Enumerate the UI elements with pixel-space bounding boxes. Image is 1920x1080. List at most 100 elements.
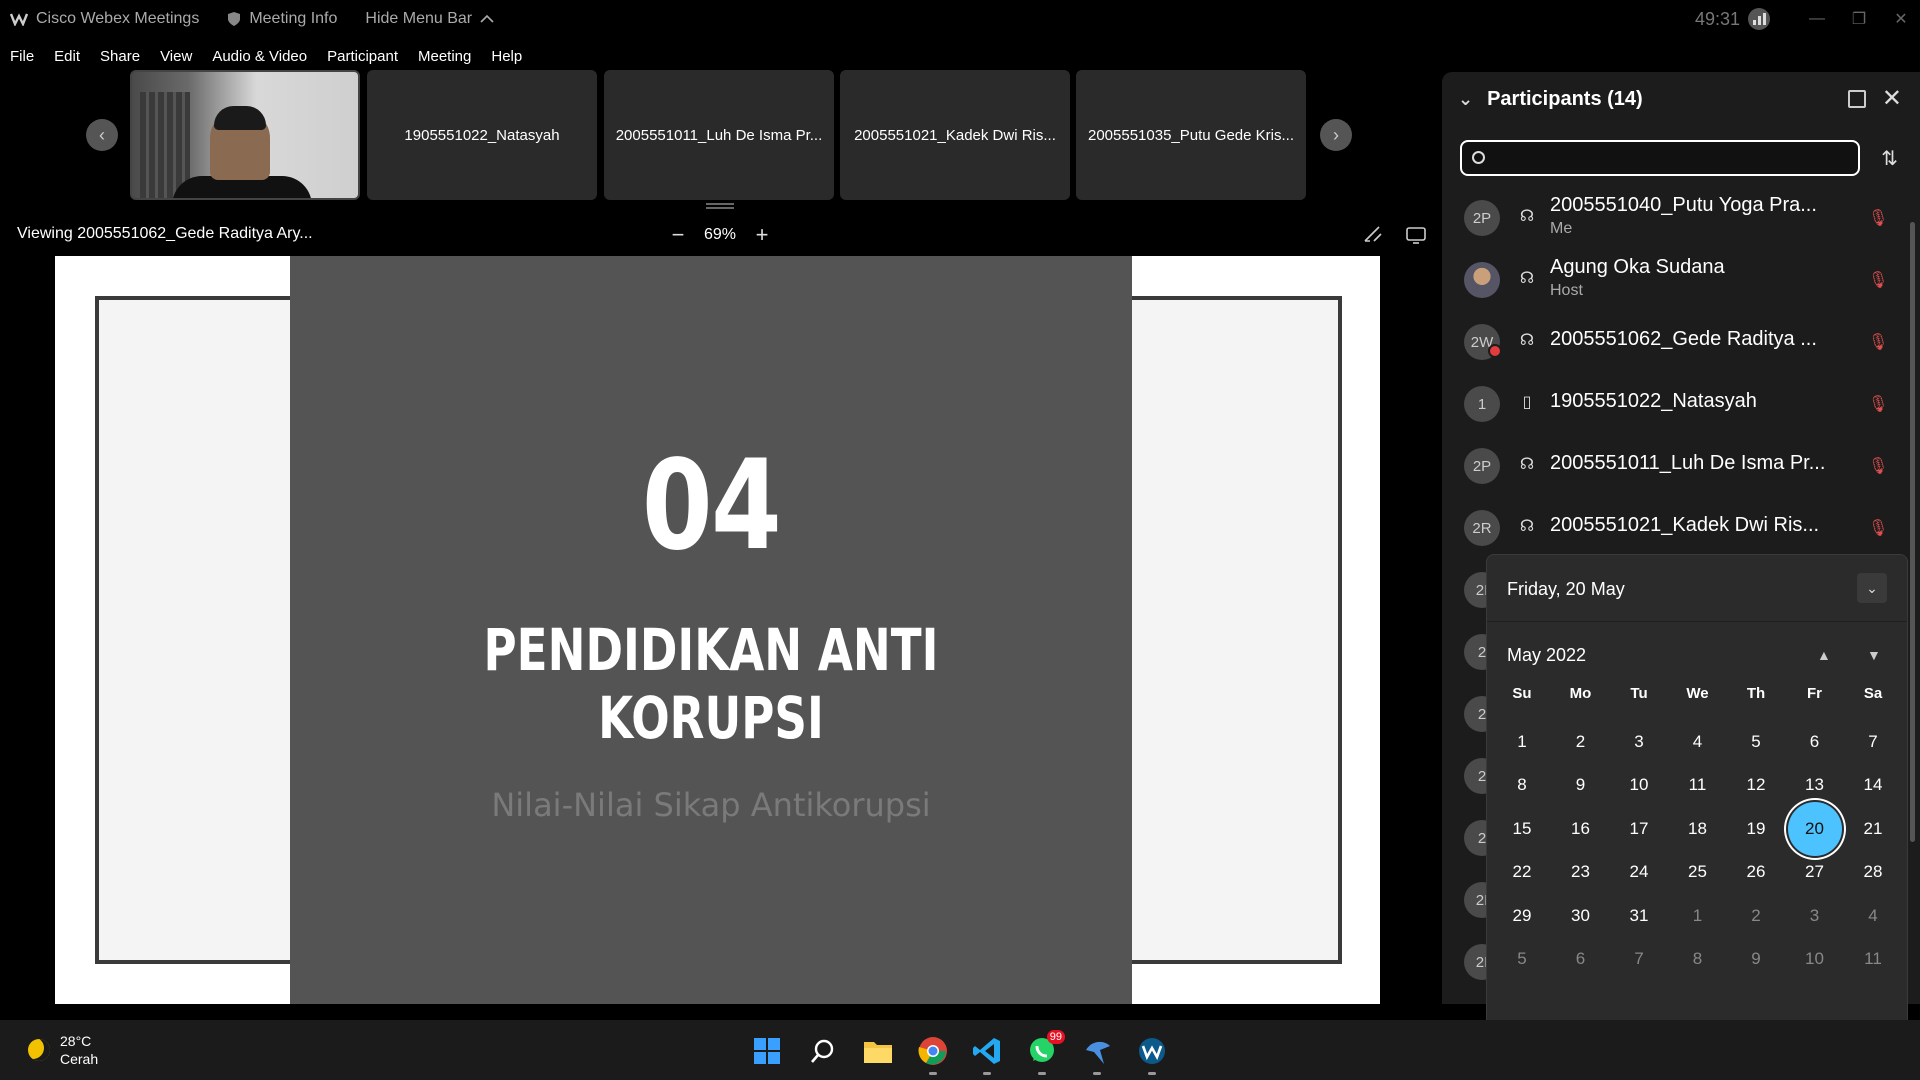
participant-row[interactable]: 2W ☊ 2005551062_Gede Raditya ... 🎙 [1464, 314, 1888, 370]
headset-icon: ☊ [1519, 332, 1535, 349]
avatar: 1 [1464, 386, 1500, 422]
calendar-day[interactable]: 10 [1788, 932, 1842, 986]
running-indicator [1093, 1072, 1101, 1075]
menu-help[interactable]: Help [491, 48, 522, 65]
weather-widget[interactable]: 28°C Cerah [28, 1032, 98, 1068]
minimize-icon[interactable]: — [1798, 0, 1836, 38]
webex-logo-icon [10, 13, 28, 26]
next-month-icon[interactable]: ▼ [1867, 647, 1881, 663]
video-tile[interactable]: 2005551021_Kadek Dwi Ris... [840, 70, 1070, 200]
mic-muted-icon[interactable]: 🎙 [1868, 456, 1888, 476]
weekday-label: Mo [1569, 685, 1592, 702]
avatar: 2P [1464, 200, 1500, 236]
close-window-icon[interactable]: ✕ [1882, 0, 1920, 38]
participant-row[interactable]: 2P ☊ 2005551011_Luh De Isma Pr... 🎙 [1464, 438, 1888, 494]
participant-name: Agung Oka Sudana [1550, 256, 1725, 278]
network-app-icon[interactable] [1080, 1034, 1114, 1068]
title-bar: Cisco Webex Meetings Meeting Info Hide M… [0, 0, 1920, 38]
menu-edit[interactable]: Edit [54, 48, 80, 65]
participants-scrollbar[interactable] [1908, 202, 1918, 1002]
avatar [1464, 262, 1500, 298]
participant-row[interactable]: 2R ☊ 2005551021_Kadek Dwi Ris... 🎙 [1464, 500, 1888, 556]
zoom-out-button[interactable]: − [668, 222, 688, 248]
app-title: Cisco Webex Meetings [10, 10, 199, 28]
month-label[interactable]: May 2022 [1507, 645, 1586, 666]
viewing-label: Viewing 2005551062_Gede Raditya Ary... [17, 225, 313, 242]
calendar-day[interactable]: 9 [1729, 932, 1783, 986]
chevron-left-icon[interactable]: ‹ [86, 119, 118, 151]
notification-badge: 99 [1046, 1030, 1065, 1044]
video-tile[interactable]: 2005551035_Putu Gede Kris... [1076, 70, 1306, 200]
headset-icon: ☊ [1519, 270, 1535, 287]
temperature: 28°C [60, 1033, 92, 1049]
shared-content-margin-left [0, 256, 55, 1004]
popout-icon[interactable] [1848, 90, 1866, 108]
hide-menu-bar-button[interactable]: Hide Menu Bar [365, 10, 494, 28]
vscode-icon[interactable] [970, 1034, 1004, 1068]
zoom-in-button[interactable]: + [752, 222, 772, 248]
participants-title: Participants (14) [1487, 88, 1643, 110]
chevron-down-icon[interactable]: ⌄ [1857, 573, 1887, 603]
weekday-label: Tu [1630, 685, 1648, 702]
calendar-day[interactable]: 11 [1846, 932, 1900, 986]
moon-icon [28, 1039, 50, 1061]
mic-muted-icon[interactable]: 🎙 [1868, 394, 1888, 414]
previous-month-icon[interactable]: ▲ [1817, 647, 1831, 663]
video-strip: ‹ 1905551022_Natasyah 2005551011_Luh De … [0, 70, 1440, 209]
annotate-icon[interactable] [1362, 224, 1384, 246]
menu-audio-video[interactable]: Audio & Video [212, 48, 307, 65]
video-tile-self[interactable] [130, 70, 360, 200]
mic-muted-icon[interactable]: 🎙 [1868, 332, 1888, 352]
video-tile[interactable]: 2005551011_Luh De Isma Pr... [604, 70, 834, 200]
participant-role: Me [1550, 220, 1573, 237]
menu-view[interactable]: View [160, 48, 192, 65]
participant-row[interactable]: 2P ☊ 2005551040_Putu Yoga Pra... Me 🎙 [1464, 190, 1888, 246]
search-icon[interactable] [806, 1034, 840, 1068]
participant-search-input[interactable] [1460, 140, 1860, 176]
windows-start-icon[interactable] [750, 1034, 784, 1068]
meeting-info-label: Meeting Info [249, 10, 338, 27]
sort-icon[interactable]: ⇅ [1881, 146, 1898, 171]
mic-muted-icon[interactable]: 🎙 [1868, 270, 1888, 290]
selected-date-label: Friday, 20 May [1507, 579, 1625, 599]
whatsapp-icon[interactable]: 99 [1025, 1030, 1065, 1068]
meeting-info-button[interactable]: Meeting Info [227, 10, 337, 28]
participant-row[interactable]: ☊ Agung Oka Sudana Host 🎙 [1464, 252, 1888, 308]
running-indicator [1038, 1072, 1046, 1075]
calendar-day[interactable]: 5 [1495, 932, 1549, 986]
menu-file[interactable]: File [10, 48, 34, 65]
scrollbar-thumb[interactable] [1910, 222, 1915, 842]
participant-row[interactable]: 1 ▯ 1905551022_Natasyah 🎙 [1464, 376, 1888, 432]
calendar-day[interactable]: 6 [1554, 932, 1608, 986]
weekday-label: Sa [1863, 685, 1883, 702]
close-icon[interactable]: ✕ [1882, 84, 1902, 113]
menu-participant[interactable]: Participant [327, 48, 398, 65]
restore-icon[interactable]: ❐ [1840, 0, 1878, 38]
mic-muted-icon[interactable]: 🎙 [1868, 518, 1888, 538]
calendar-day[interactable]: 8 [1671, 932, 1725, 986]
webex-app-icon[interactable] [1135, 1034, 1169, 1068]
running-indicator [929, 1072, 937, 1075]
running-indicator [1148, 1072, 1156, 1075]
file-explorer-icon[interactable] [861, 1034, 895, 1068]
mic-muted-icon[interactable]: 🎙 [1868, 208, 1888, 228]
video-tile[interactable]: 1905551022_Natasyah [367, 70, 597, 200]
calendar-day[interactable]: 7 [1612, 932, 1666, 986]
network-stats-icon[interactable] [1748, 8, 1770, 30]
chevron-down-icon[interactable]: ⌄ [1458, 89, 1473, 110]
participant-role: Host [1550, 282, 1583, 299]
phone-icon: ▯ [1522, 394, 1532, 411]
participants-header[interactable]: ⌄ Participants (14) [1458, 88, 1643, 111]
menu-meeting[interactable]: Meeting [418, 48, 471, 65]
participant-name: 1905551022_Natasyah [1550, 390, 1757, 412]
sharing-badge-icon [1488, 344, 1502, 358]
strip-resize-handle[interactable] [706, 203, 734, 209]
chrome-icon[interactable] [916, 1034, 950, 1068]
chevron-right-icon[interactable]: › [1320, 119, 1352, 151]
slide-subtitle: Nilai-Nilai Sikap Antikorupsi [491, 786, 931, 824]
shared-content-margin-right [1380, 256, 1438, 1004]
share-screen-icon[interactable] [1405, 224, 1427, 246]
menu-share[interactable]: Share [100, 48, 140, 65]
shield-icon [228, 12, 241, 26]
calendar-flyout: Friday, 20 May ⌄ May 2022 ▲ ▼ Su Mo Tu We Th… [1486, 554, 1908, 1066]
